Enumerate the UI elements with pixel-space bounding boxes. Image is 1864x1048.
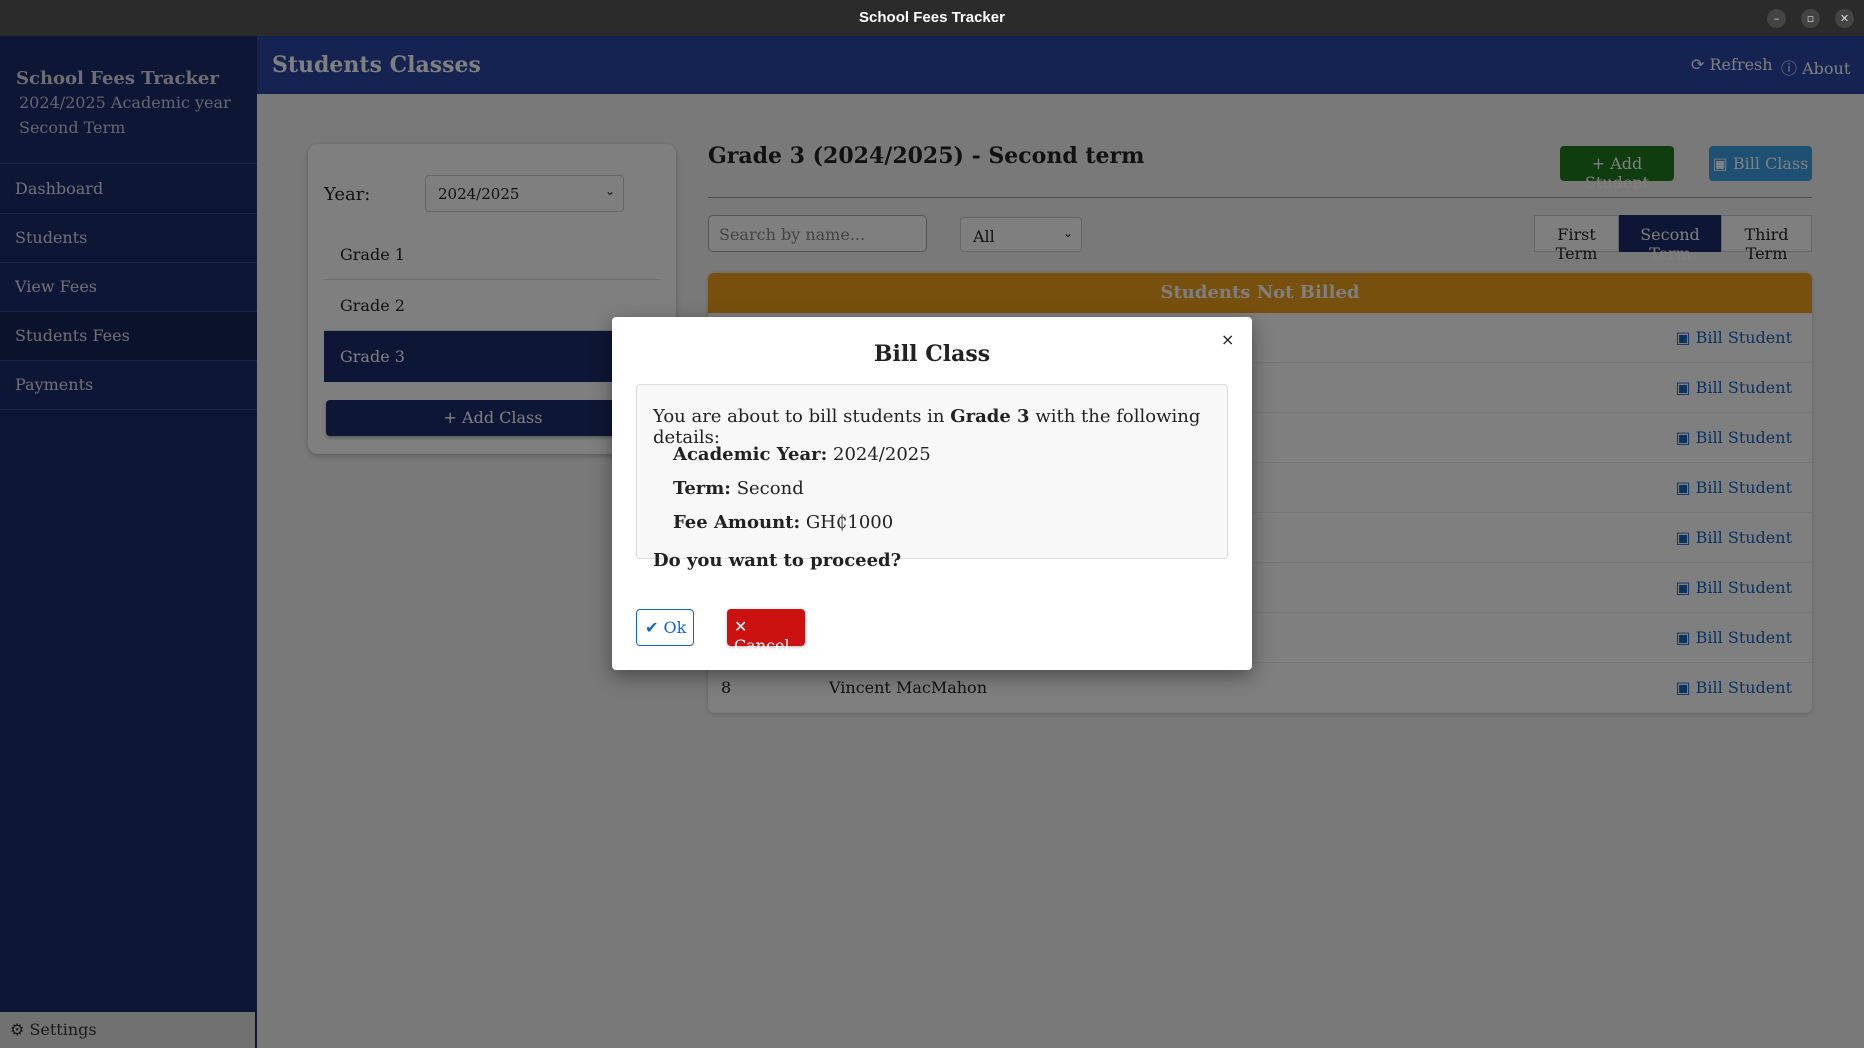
academic-year-value: 2024/2025 bbox=[833, 444, 931, 465]
detail-fee-amount: Fee Amount: GH₵1000 bbox=[673, 512, 893, 533]
check-circle-icon: ✔ bbox=[645, 618, 659, 637]
dialog-intro: You are about to bill students in Grade … bbox=[653, 406, 1227, 448]
fee-value: GH₵1000 bbox=[805, 512, 894, 533]
cancel-button[interactable]: ✕ Cancel bbox=[727, 609, 805, 655]
dialog-title: Bill Class bbox=[873, 341, 991, 367]
x-icon: ✕ bbox=[734, 617, 748, 636]
window-titlebar: School Fees Tracker – ▫ ✕ bbox=[0, 0, 1864, 36]
term-value: Second bbox=[736, 478, 804, 499]
ok-label: Ok bbox=[663, 618, 687, 637]
academic-year-label: Academic Year: bbox=[673, 444, 828, 465]
fee-label: Fee Amount: bbox=[673, 512, 801, 533]
term-label: Term: bbox=[673, 478, 731, 499]
detail-academic-year: Academic Year: 2024/2025 bbox=[673, 444, 931, 465]
intro-prefix: You are about to bill students in bbox=[653, 406, 945, 427]
close-icon[interactable]: × bbox=[1221, 330, 1234, 349]
maximize-icon[interactable]: ▫ bbox=[1801, 9, 1820, 28]
window-title: School Fees Tracker bbox=[859, 9, 1005, 26]
dialog-body: You are about to bill students in Grade … bbox=[636, 384, 1228, 571]
minimize-icon[interactable]: – bbox=[1767, 9, 1786, 28]
detail-term: Term: Second bbox=[673, 478, 804, 499]
intro-class: Grade 3 bbox=[950, 406, 1030, 427]
bill-class-dialog: Bill Class × You are about to bill stude… bbox=[612, 317, 1252, 670]
cancel-label: Cancel bbox=[734, 636, 790, 655]
close-window-icon[interactable]: ✕ bbox=[1835, 9, 1854, 28]
proceed-question: Do you want to proceed? bbox=[653, 550, 902, 571]
ok-button[interactable]: ✔ Ok bbox=[636, 609, 694, 646]
